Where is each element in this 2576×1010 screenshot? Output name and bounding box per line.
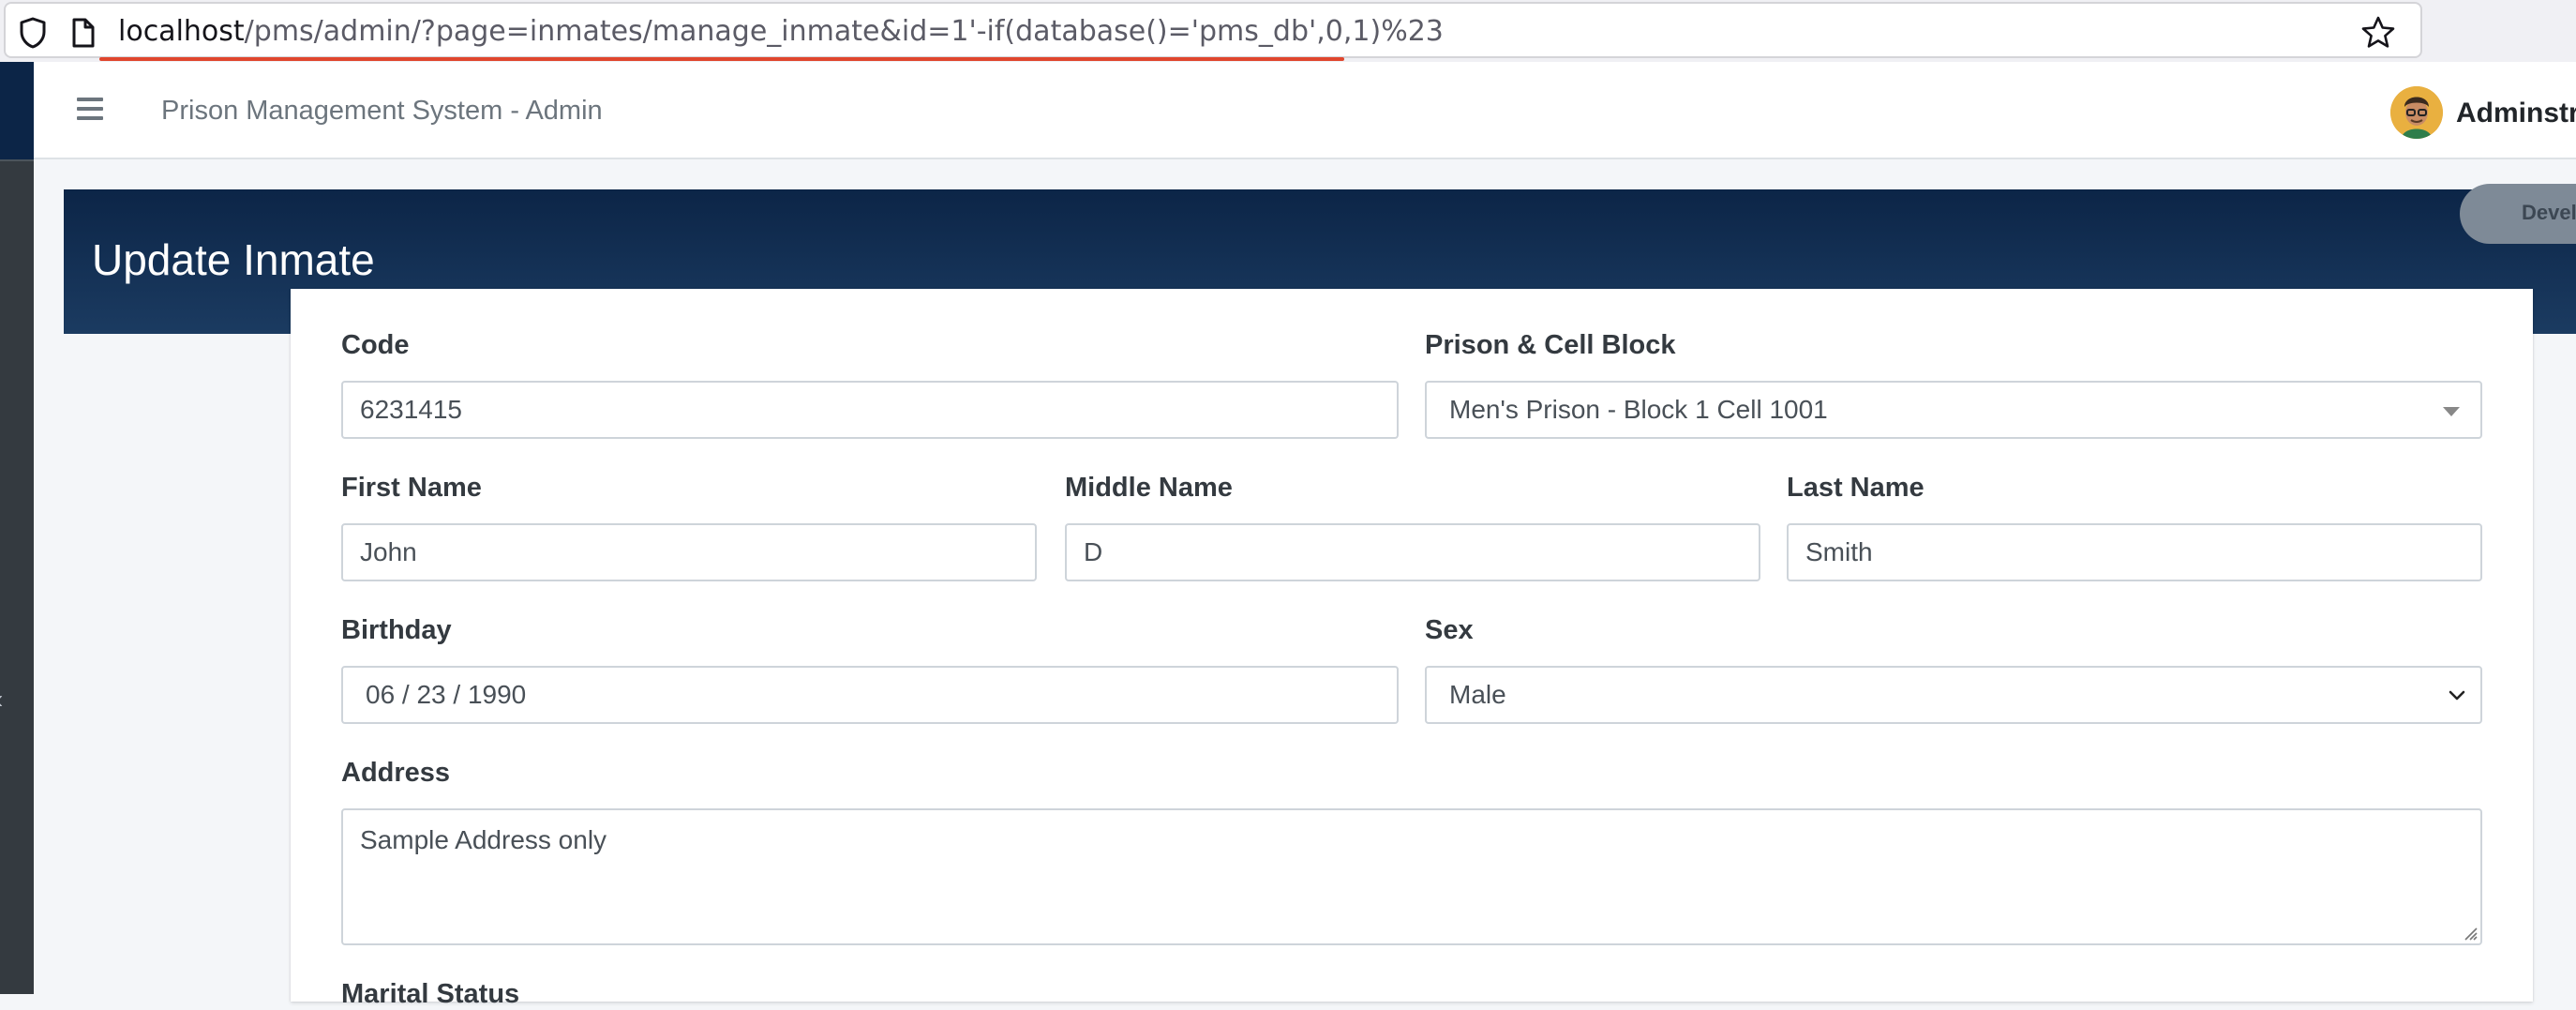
page-icon[interactable] xyxy=(71,18,96,48)
middle-name-label: Middle Name xyxy=(1065,473,1233,503)
cell-block-label: Prison & Cell Block xyxy=(1425,330,1676,360)
chevron-down-icon xyxy=(2449,690,2465,701)
url-text[interactable]: localhost/pms/admin/?page=inmates/manage… xyxy=(118,15,1444,49)
cell-block-value: Men's Prison - Block 1 Cell 1001 xyxy=(1449,395,1828,424)
app-title: Prison Management System - Admin xyxy=(161,96,603,126)
first-name-label: First Name xyxy=(341,473,482,503)
birthday-label: Birthday xyxy=(341,615,452,645)
hamburger-menu-icon[interactable] xyxy=(77,98,105,122)
marital-status-label: Marital Status xyxy=(341,979,520,1009)
address-bar[interactable]: localhost/pms/admin/?page=inmates/manage… xyxy=(4,2,2422,61)
url-spellcheck-underline xyxy=(99,57,1344,61)
user-name[interactable]: Adminstrator xyxy=(2456,98,2576,129)
url-host: localhost xyxy=(118,15,245,48)
avatar-face-icon xyxy=(2390,86,2443,139)
code-label: Code xyxy=(341,330,410,360)
address-textarea[interactable]: Sample Address only xyxy=(341,808,2482,945)
developer-badge-label: Developer xyxy=(2522,201,2576,224)
code-input[interactable]: 6231415 xyxy=(341,381,1399,439)
avatar[interactable] xyxy=(2390,86,2443,139)
sex-value: Male xyxy=(1449,680,1506,709)
sex-label: Sex xyxy=(1425,615,1474,645)
shield-icon[interactable] xyxy=(19,17,47,49)
browser-toolbar: localhost/pms/admin/?page=inmates/manage… xyxy=(0,0,2576,62)
dropdown-caret-icon xyxy=(2443,407,2460,416)
bookmark-star-icon[interactable] xyxy=(2360,15,2396,51)
sidebar-brand[interactable] xyxy=(0,62,34,159)
birthday-date-input[interactable]: 06 / 23 / 1990 xyxy=(341,666,1399,724)
top-navbar: Prison Management System - Admin Adminst… xyxy=(34,62,2576,159)
resize-handle-icon[interactable] xyxy=(2460,923,2479,942)
developer-badge[interactable]: Developer xyxy=(2460,184,2576,244)
last-name-label: Last Name xyxy=(1787,473,1925,503)
first-name-input[interactable]: John xyxy=(341,523,1037,581)
url-path: /pms/admin/?page=inmates/manage_inmate&i… xyxy=(244,15,1444,48)
address-value: Sample Address only xyxy=(360,825,607,854)
middle-name-input[interactable]: D xyxy=(1065,523,1760,581)
page-title: Update Inmate xyxy=(92,235,375,284)
cell-block-select[interactable]: Men's Prison - Block 1 Cell 1001 xyxy=(1425,381,2482,439)
chevron-left-icon[interactable]: ‹ xyxy=(0,685,3,715)
inmate-form-card: Code 6231415 Prison & Cell Block Men's P… xyxy=(291,289,2533,1009)
sidebar: ‹ xyxy=(0,62,34,994)
sex-select[interactable]: Male xyxy=(1425,666,2482,724)
sidebar-divider xyxy=(0,159,34,161)
last-name-input[interactable]: Smith xyxy=(1787,523,2482,581)
address-label: Address xyxy=(341,758,451,788)
